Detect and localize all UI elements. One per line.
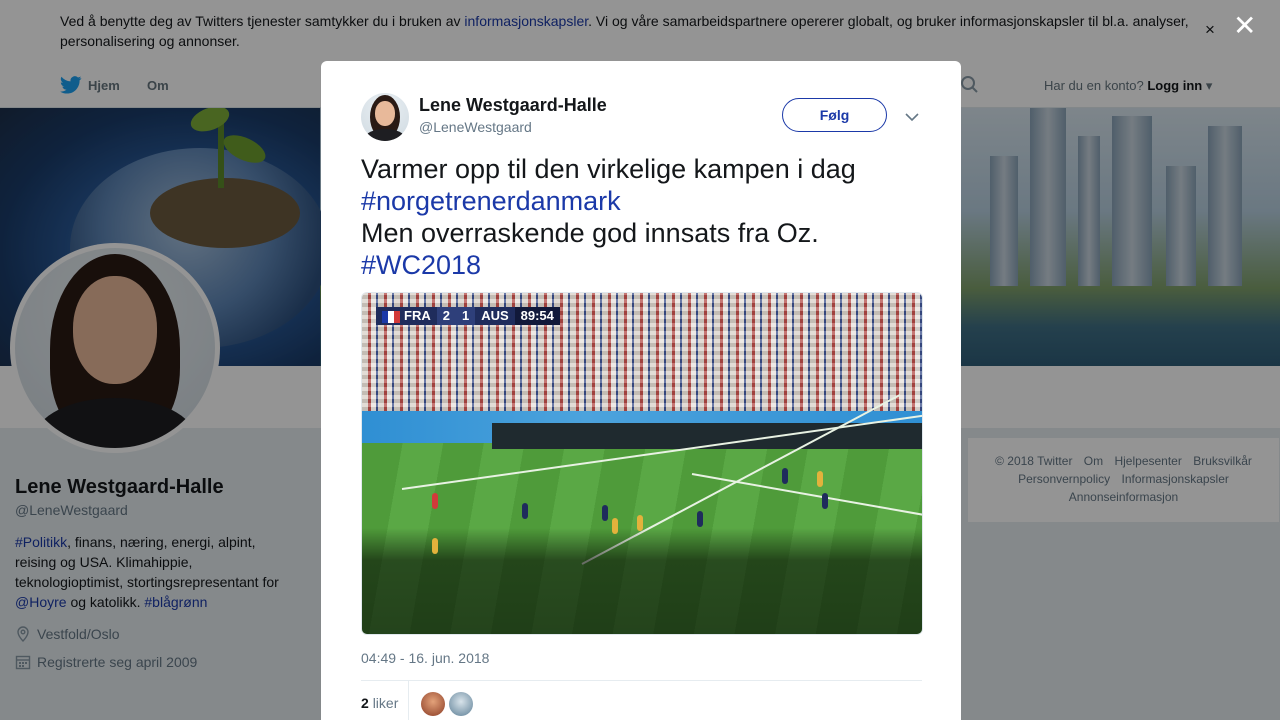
tweet-media-image[interactable]: FRA 2 1 AUS 89:54 [361,292,923,635]
liker-avatar[interactable] [421,692,445,716]
pitch-shadow [362,528,922,634]
player [637,515,643,531]
divider [408,681,409,720]
tweet-author-handle[interactable]: @LeneWestgaard [419,119,532,135]
tweet-hashtag-norgetrenerdanmark[interactable]: #norgetrenerdanmark [361,185,921,217]
player [522,503,528,519]
likes-count: 2 [361,695,369,711]
player [432,493,438,509]
scoreboard-home: FRA [376,307,437,325]
chevron-down-icon[interactable] [905,109,919,127]
tweet-line: Men overraskende god innsats fra Oz. [361,218,819,248]
tweet-text: Varmer opp til den virkelige kampen i da… [361,153,921,281]
tweet-timestamp[interactable]: 04:49 - 16. jun. 2018 [361,650,489,666]
follow-button[interactable]: Følg [782,98,887,132]
tweet-line: Varmer opp til den virkelige kampen i da… [361,154,856,184]
player [612,518,618,534]
close-icon[interactable]: ✕ [1233,9,1256,42]
player [697,511,703,527]
match-scoreboard: FRA 2 1 AUS 89:54 [376,307,560,325]
scoreboard-away-score: 1 [455,307,476,325]
divider [361,680,922,681]
player [602,505,608,521]
scoreboard-home-label: FRA [404,308,431,323]
likes-label: liker [372,695,399,711]
tweet-author-avatar[interactable] [361,93,409,141]
scoreboard-clock: 89:54 [514,307,560,325]
player [817,471,823,487]
liker-avatar[interactable] [449,692,473,716]
player [782,468,788,484]
tweet-modal: Lene Westgaard-Halle @LeneWestgaard Følg… [321,61,961,720]
tweet-hashtag-wc2018[interactable]: #WC2018 [361,249,921,281]
scoreboard-away: AUS [475,307,515,325]
scoreboard-home-score: 2 [436,307,456,325]
tweet-author-name[interactable]: Lene Westgaard-Halle [419,95,607,116]
player [432,538,438,554]
france-flag-icon [382,311,400,323]
tweet-likes[interactable]: 2 liker [361,695,398,711]
player [822,493,828,509]
